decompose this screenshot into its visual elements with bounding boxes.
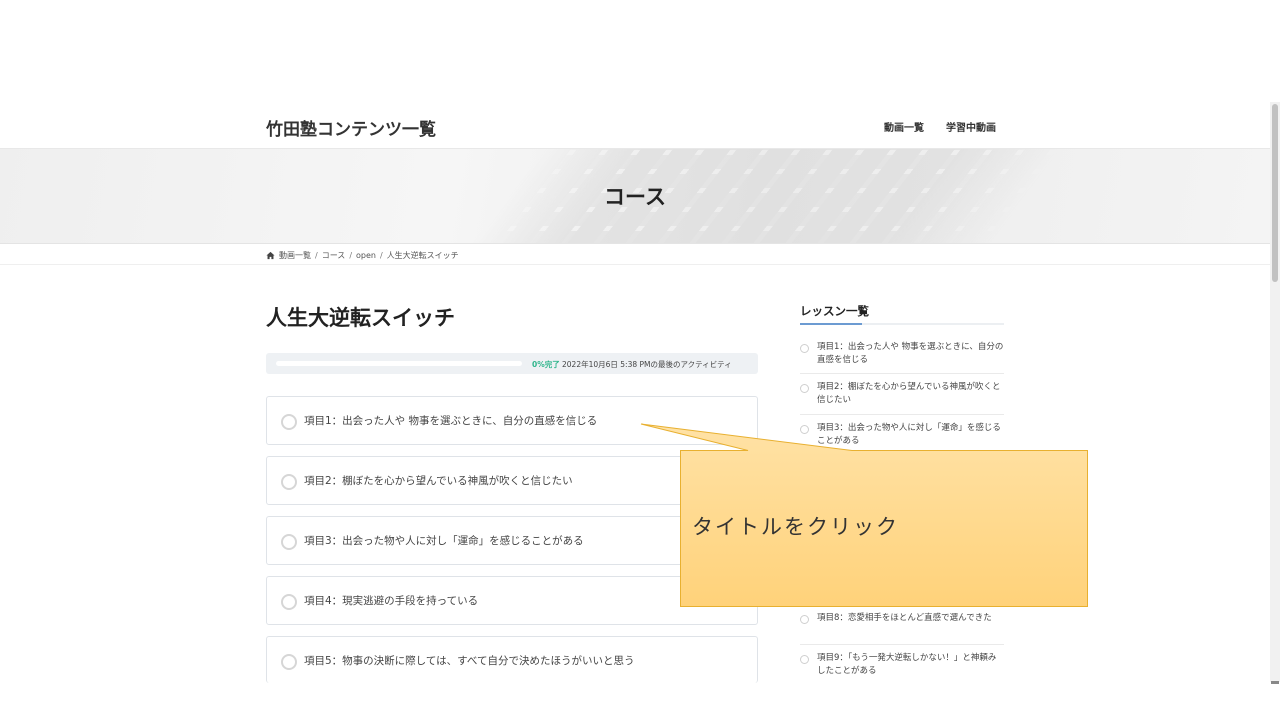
breadcrumb-divider — [0, 264, 1270, 265]
sidebar-divider — [800, 644, 1004, 645]
status-circle-icon — [281, 474, 297, 490]
nav-video-list[interactable]: 動画一覧 — [884, 119, 924, 134]
lesson-title[interactable]: 項目3：出会った物や人に対し「運命」を感じることがある — [304, 533, 584, 548]
breadcrumb-separator: / — [315, 251, 318, 260]
lesson-item[interactable]: 項目1：出会った人や 物事を選ぶときに、自分の直感を信じる — [266, 396, 758, 445]
course-title: 人生大逆転スイッチ — [266, 306, 455, 330]
lesson-title[interactable]: 項目2：棚ぼたを心から望んでいる神風が吹くと信じたい — [304, 473, 573, 488]
sidebar-lesson-title[interactable]: 項目2：棚ぼたを心から望んでいる神風が吹くと信じたい — [817, 381, 1004, 407]
status-circle-icon — [281, 534, 297, 550]
lesson-title[interactable]: 項目5：物事の決断に際しては、すべて自分で決めたほうがいいと思う — [304, 653, 635, 668]
breadcrumb-item-open[interactable]: open — [356, 251, 376, 260]
status-circle-icon — [800, 384, 809, 393]
home-icon[interactable] — [266, 251, 275, 260]
status-circle-icon — [800, 615, 809, 624]
breadcrumb-item-current: 人生大逆転スイッチ — [386, 251, 459, 260]
scrollbar[interactable] — [1270, 102, 1280, 682]
callout-text: タイトルをクリック — [692, 515, 899, 539]
lesson-item[interactable]: 項目3：出会った物や人に対し「運命」を感じることがある — [266, 516, 758, 565]
last-activity: 2022年10月6日 5:38 PMの最後のアクティビティ — [562, 360, 732, 369]
breadcrumb: 動画一覧 / コース / open / 人生大逆転スイッチ — [266, 250, 459, 261]
status-circle-icon — [800, 425, 809, 434]
progress-panel: 0%完了 2022年10月6日 5:38 PMの最後のアクティビティ — [266, 353, 758, 374]
progress-bar — [276, 361, 522, 366]
status-circle-icon — [281, 594, 297, 610]
sidebar-lesson-title[interactable]: 項目1：出会った人や 物事を選ぶときに、自分の直感を信じる — [817, 341, 1004, 367]
lesson-title[interactable]: 項目1：出会った人や 物事を選ぶときに、自分の直感を信じる — [304, 413, 597, 428]
hero-title: コース — [604, 185, 666, 209]
breadcrumb-separator: / — [349, 251, 353, 260]
progress-percent: 0%完了 — [532, 360, 560, 369]
sidebar-lesson-title[interactable]: 項目9：「もう一発大逆転しかない！」と神頼みしたことがある — [817, 652, 1004, 678]
lesson-item[interactable]: 項目2：棚ぼたを心から望んでいる神風が吹くと信じたい — [266, 456, 758, 505]
sidebar-heading-accent — [800, 323, 862, 325]
nav-learning-videos[interactable]: 学習中動画 — [946, 119, 996, 134]
sidebar-divider — [800, 414, 1004, 415]
lesson-title[interactable]: 項目4：現実逃避の手段を持っている — [304, 593, 478, 608]
lesson-item[interactable]: 項目5：物事の決断に際しては、すべて自分で決めたほうがいいと思う — [266, 636, 758, 683]
breadcrumb-separator: / — [379, 251, 383, 260]
scroll-down-icon[interactable] — [1271, 681, 1279, 684]
sidebar-heading: レッスン一覧 — [800, 304, 869, 318]
status-circle-icon — [800, 655, 809, 664]
site-title[interactable]: 竹田塾コンテンツ一覧 — [266, 115, 436, 140]
status-circle-icon — [800, 344, 809, 353]
sidebar-lesson-title[interactable]: 項目8：恋愛相手をほとんど直感で選んできた — [817, 612, 1004, 625]
sidebar-divider — [800, 373, 1004, 374]
hero-banner: コース — [0, 148, 1270, 244]
breadcrumb-item-video-list[interactable]: 動画一覧 — [279, 250, 311, 261]
breadcrumb-item-course[interactable]: コース — [322, 250, 346, 261]
lesson-item[interactable]: 項目4：現実逃避の手段を持っている — [266, 576, 758, 625]
sidebar-lesson-title[interactable]: 項目3：出会った物や人に対し「運命」を感じることがある — [817, 422, 1004, 448]
status-circle-icon — [281, 654, 297, 670]
status-circle-icon — [281, 414, 297, 430]
page: 竹田塾コンテンツ一覧 動画一覧 学習中動画 コース 動画一覧 / コース / o… — [0, 0, 1280, 720]
scrollbar-thumb[interactable] — [1272, 104, 1278, 282]
